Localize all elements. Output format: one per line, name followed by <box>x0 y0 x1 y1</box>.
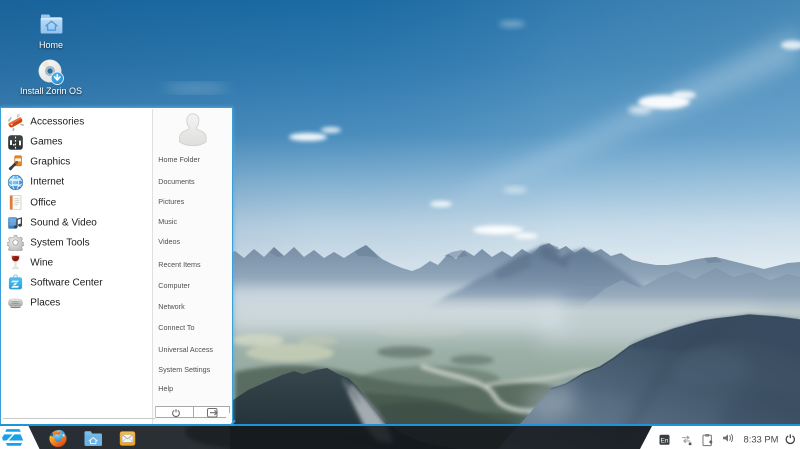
svg-text:8:33 PM: 8:33 PM <box>744 434 779 445</box>
svg-text:En: En <box>661 438 669 445</box>
